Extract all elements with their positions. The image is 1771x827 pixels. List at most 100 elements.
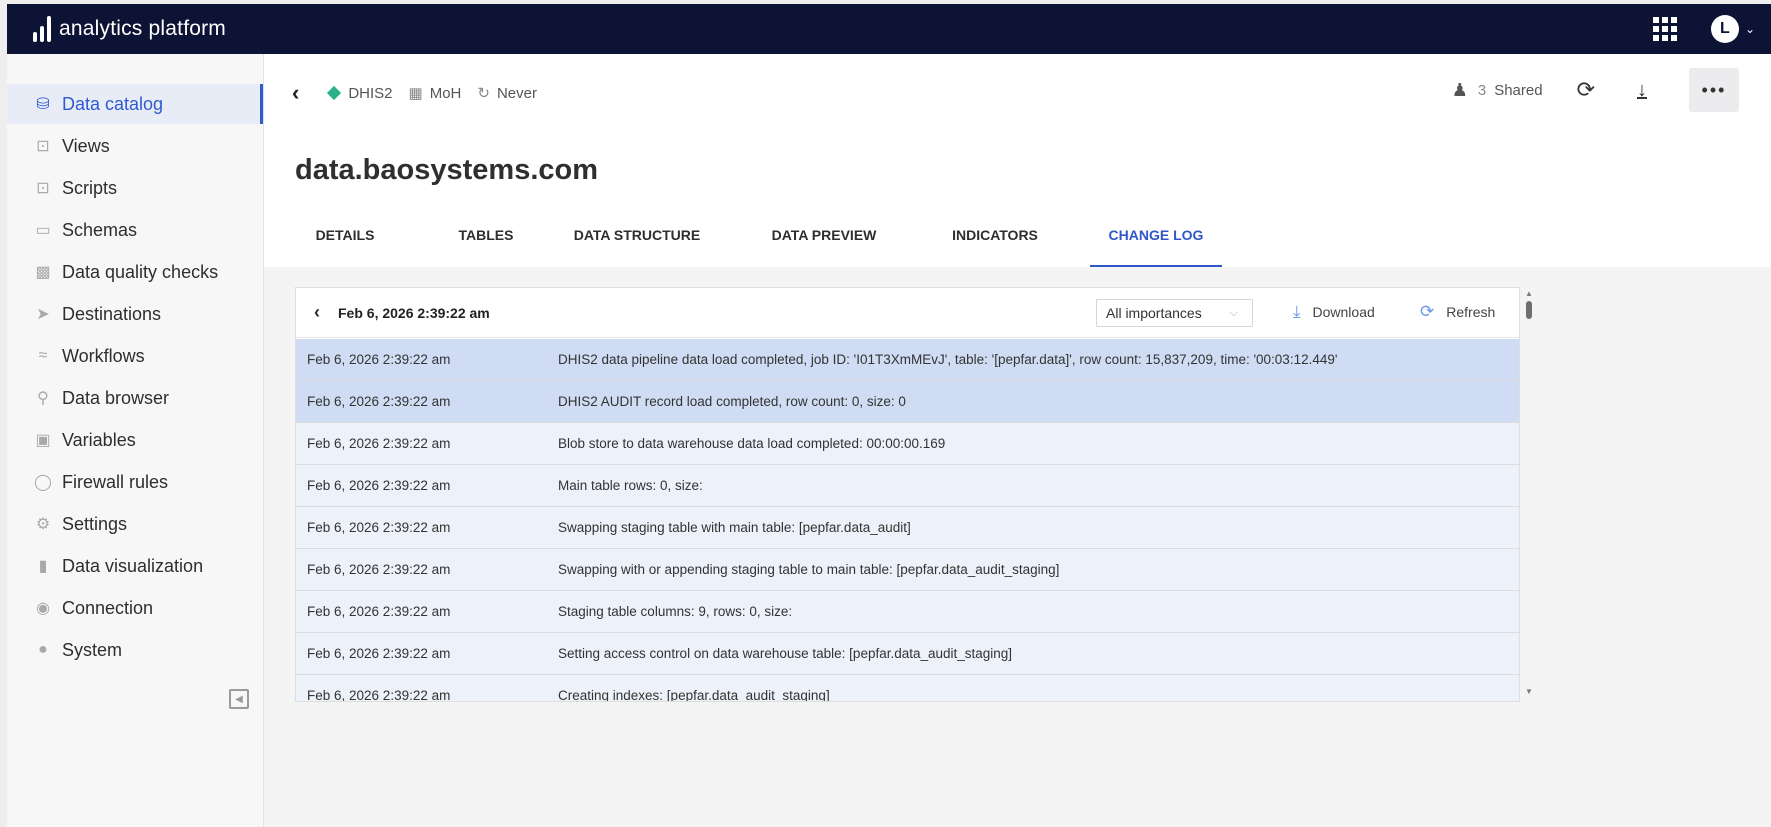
sidebar-item-label: Data catalog (62, 93, 164, 114)
sidebar-item-variables[interactable]: ▣ Variables (7, 420, 263, 460)
breadcrumb-source[interactable]: DHIS2 (327, 85, 393, 102)
sidebar-item-label: System (62, 639, 123, 660)
history-icon: ↻ (477, 85, 490, 102)
download-icon[interactable]: ↓ (1637, 79, 1647, 102)
row-timestamp: Feb 6, 2026 2:39:22 am (307, 562, 451, 577)
sidebar-item-connection[interactable]: ◉ Connection (7, 588, 263, 628)
header-actions: ♟ 3 Shared ⟳ ↓ ••• (1452, 68, 1739, 112)
sidebar-item-label: Views (62, 135, 110, 156)
tab-change-log[interactable]: CHANGE LOG (1090, 214, 1222, 267)
building-icon: ▦ (408, 85, 423, 102)
row-message: Swapping with or appending staging table… (558, 562, 1060, 577)
changelog-panel: ‹ Feb 6, 2026 2:39:22 am All importances… (295, 287, 1520, 702)
row-timestamp: Feb 6, 2026 2:39:22 am (307, 436, 451, 451)
row-message: DHIS2 AUDIT record load completed, row c… (558, 394, 906, 409)
tab-indicators[interactable]: INDICATORS (936, 214, 1054, 267)
changelog-back-button[interactable]: ‹ (314, 302, 320, 323)
sidebar-item-data-browser[interactable]: ⚲ Data browser (7, 378, 263, 418)
table-row[interactable]: Feb 6, 2026 2:39:22 am Creating indexes: … (296, 675, 1519, 702)
sidebar-item-label: Destinations (62, 303, 162, 324)
refresh-icon: ⟳ (1420, 302, 1435, 321)
sidebar-item-label: Schemas (62, 219, 138, 240)
table-row[interactable]: Feb 6, 2026 2:39:22 am Setting access con… (296, 633, 1519, 675)
row-timestamp: Feb 6, 2026 2:39:22 am (307, 646, 451, 661)
quality-check-icon: ▩ (35, 264, 51, 281)
page-title: data.baosystems.com (295, 154, 599, 186)
tab-data-preview[interactable]: DATA PREVIEW (758, 214, 890, 267)
refresh-label: Refresh (1446, 304, 1496, 320)
tab-tables[interactable]: TABLES (433, 214, 539, 267)
sidebar-item-data-visualization[interactable]: ▮ Data visualization (7, 546, 263, 586)
download-button[interactable]: ⤓ Download (1293, 302, 1375, 322)
shared-button[interactable]: ♟ 3 Shared (1452, 80, 1543, 101)
sidebar-item-label: Variables (62, 429, 136, 450)
sync-icon[interactable]: ⟳ (1577, 77, 1595, 103)
breadcrumb: ‹ DHIS2 ▦ MoH ↻ Never (292, 80, 553, 106)
scroll-down-icon[interactable]: ▼ (1524, 687, 1534, 696)
sidebar-item-data-catalog[interactable]: ⛁ Data catalog (7, 84, 263, 124)
table-row[interactable]: Feb 6, 2026 2:39:22 am Main table rows: 0… (296, 465, 1519, 507)
tab-data-structure[interactable]: DATA STRUCTURE (561, 214, 713, 267)
changelog-date: Feb 6, 2026 2:39:22 am (338, 304, 490, 321)
database-icon: ⛁ (36, 96, 50, 113)
table-row[interactable]: Feb 6, 2026 2:39:22 am DHIS2 data pipelin… (296, 339, 1519, 381)
org-label: MoH (429, 84, 462, 102)
connection-icon: ◉ (36, 600, 50, 617)
table-row[interactable]: Feb 6, 2026 2:39:22 am DHIS2 AUDIT record… (296, 381, 1519, 423)
sidebar: ◀ ⛁ Data catalog ⊡ Views ⊡ Scripts ▭ Schemas ▩ Da… (7, 54, 264, 827)
row-message: Creating indexes: [pepfar.data_audit_sta… (558, 688, 830, 702)
breadcrumb-org[interactable]: ▦ MoH (408, 84, 462, 103)
apps-grid-icon[interactable] (1652, 17, 1677, 41)
row-message: Blob store to data warehouse data load c… (558, 436, 946, 451)
row-message: Main table rows: 0, size: (558, 478, 703, 493)
tab-details[interactable]: DETAILS (290, 214, 400, 267)
sidebar-item-label: Settings (62, 513, 128, 534)
workflow-icon: ≈ (38, 347, 48, 364)
sidebar-item-label: Scripts (62, 177, 118, 198)
table-row[interactable]: Feb 6, 2026 2:39:22 am Swapping with or a… (296, 549, 1519, 591)
row-timestamp: Feb 6, 2026 2:39:22 am (307, 520, 451, 535)
code-view-icon: ⊡ (36, 138, 50, 155)
more-options-button[interactable]: ••• (1689, 68, 1739, 112)
shield-icon: ◯ (34, 474, 52, 491)
table-row[interactable]: Feb 6, 2026 2:39:22 am Staging table colu… (296, 591, 1519, 633)
sidebar-item-views[interactable]: ⊡ Views (7, 126, 263, 166)
sidebar-item-label: Data quality checks (62, 261, 219, 282)
sidebar-item-data-quality-checks[interactable]: ▩ Data quality checks (7, 252, 263, 292)
sidebar-item-firewall-rules[interactable]: ◯ Firewall rules (7, 462, 263, 502)
collapse-sidebar-button[interactable]: ◀ (229, 689, 249, 709)
chevron-down-icon[interactable]: ⌄ (1745, 22, 1755, 36)
sidebar-item-destinations[interactable]: ➤ Destinations (7, 294, 263, 334)
sidebar-item-workflows[interactable]: ≈ Workflows (7, 336, 263, 376)
diamond-icon (327, 85, 342, 101)
row-timestamp: Feb 6, 2026 2:39:22 am (307, 688, 451, 702)
row-timestamp: Feb 6, 2026 2:39:22 am (307, 352, 451, 367)
row-message: DHIS2 data pipeline data load completed,… (558, 352, 1338, 367)
folder-icon: ▭ (35, 222, 51, 239)
chevron-down-icon: ⌵ (1229, 306, 1238, 319)
importance-filter-select[interactable]: All importances ⌵ (1096, 299, 1253, 327)
scroll-up-icon[interactable]: ▲ (1524, 289, 1534, 298)
refresh-button[interactable]: ⟳ Refresh (1420, 302, 1495, 322)
table-row[interactable]: Feb 6, 2026 2:39:22 am Swapping staging t… (296, 507, 1519, 549)
logo-bars-icon (33, 16, 51, 42)
back-button[interactable]: ‹ (292, 80, 299, 106)
info-icon: ● (38, 641, 48, 658)
table-row[interactable]: Feb 6, 2026 2:39:22 am Blob store to data… (296, 423, 1519, 465)
scrollbar[interactable]: ▲ ▼ (1524, 289, 1534, 703)
sidebar-item-scripts[interactable]: ⊡ Scripts (7, 168, 263, 208)
refresh-schedule-label: Never (496, 84, 537, 102)
sidebar-item-label: Firewall rules (62, 471, 169, 492)
importance-filter-value: All importances (1106, 305, 1202, 321)
scroll-thumb[interactable] (1526, 301, 1532, 319)
avatar[interactable]: L (1710, 15, 1739, 43)
sidebar-item-system[interactable]: ● System (7, 630, 263, 670)
shared-label: Shared (1494, 81, 1543, 99)
sidebar-item-settings[interactable]: ⚙ Settings (7, 504, 263, 544)
app-logo[interactable]: analytics platform (33, 16, 226, 42)
sidebar-item-schemas[interactable]: ▭ Schemas (7, 210, 263, 250)
app-frame: analytics platform L ⌄ ◀ ⛁ Data catalog ⊡ V… (0, 0, 1771, 827)
app-name: analytics platform (59, 17, 226, 40)
row-message: Staging table columns: 9, rows: 0, size: (558, 604, 793, 619)
page-header: ‹ DHIS2 ▦ MoH ↻ Never ♟ 3 Shared ⟳ ↓ •••… (264, 54, 1771, 267)
